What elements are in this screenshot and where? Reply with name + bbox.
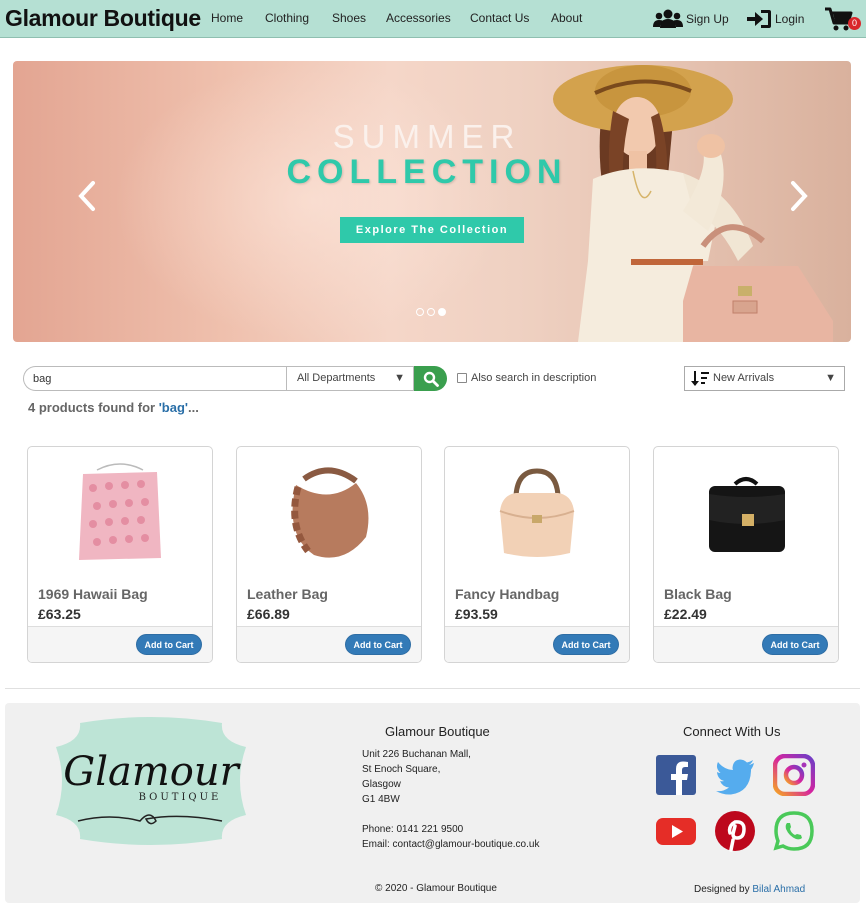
sort-select-value: New Arrivals [713,372,775,384]
also-search-description[interactable]: Also search in description [457,372,596,384]
pinterest-icon[interactable] [714,810,756,852]
signup-label: Sign Up [686,12,729,26]
nav-link-shoes[interactable]: Shoes [332,11,366,25]
product-name[interactable]: Leather Bag [247,586,328,602]
footer-title: Glamour Boutique [385,724,490,739]
carousel-dot-2[interactable] [427,308,435,316]
product-card[interactable]: Leather Bag £66.89 Add to Cart [236,446,422,663]
search-icon [423,371,439,387]
carousel-next-icon[interactable] [785,179,811,213]
cart-button[interactable]: 0 [825,7,861,33]
sort-select[interactable]: New Arrivals ▼ [684,366,845,391]
footer-phone: Phone: 0141 221 9500 [362,824,464,835]
product-price: £66.89 [247,606,290,622]
product-card-footer: Add to Cart [654,626,838,662]
product-image-black-bag[interactable] [654,447,838,582]
boutique-logo: Glamour BOUTIQUE [56,717,246,845]
product-card[interactable]: Black Bag £22.49 Add to Cart [653,446,839,663]
product-card[interactable]: 1969 Hawaii Bag £63.25 Add to Cart [27,446,213,663]
carousel-dot-1[interactable] [416,308,424,316]
product-name[interactable]: 1969 Hawaii Bag [38,586,148,602]
search-bar: All Departments ▼ [23,366,447,391]
caret-down-icon: ▼ [394,372,405,384]
carousel-prev-icon[interactable] [75,179,101,213]
product-card-footer: Add to Cart [445,626,629,662]
product-image-leather-bag[interactable] [237,447,421,582]
instagram-icon[interactable] [773,754,815,796]
product-price: £93.59 [455,606,498,622]
results-count: 4 products found for 'bag'... [28,400,199,415]
product-name[interactable]: Black Bag [664,586,732,602]
login-label: Login [775,12,805,26]
product-name[interactable]: Fancy Handbag [455,586,559,602]
whatsapp-icon[interactable] [773,810,815,852]
footer-email[interactable]: Email: contact@glamour-boutique.co.uk [362,837,539,852]
nav-link-home[interactable]: Home [211,11,243,25]
footer-contact: Phone: 0141 221 9500 Email: contact@glam… [362,822,539,852]
search-button[interactable] [414,366,447,391]
users-icon [653,9,683,28]
product-image-fancy-handbag[interactable] [445,447,629,582]
add-to-cart-button[interactable]: Add to Cart [553,634,619,655]
footer-designed-by: Designed by Bilal Ahmad [694,884,806,895]
hero-title-collection: COLLECTION [286,153,568,191]
nav-link-clothing[interactable]: Clothing [265,11,309,25]
department-select-value: All Departments [297,372,376,384]
login-link[interactable]: Login [747,9,804,29]
product-price: £22.49 [664,606,707,622]
carousel-indicators [416,308,446,316]
add-to-cart-button[interactable]: Add to Cart [136,634,202,655]
nav-link-about[interactable]: About [551,11,582,25]
search-input[interactable] [23,366,286,391]
carousel-dot-3[interactable] [438,308,446,316]
product-image-hawaii-bag[interactable] [28,447,212,582]
login-icon [747,10,771,28]
add-to-cart-button[interactable]: Add to Cart [345,634,411,655]
product-card-footer: Add to Cart [28,626,212,662]
sort-icon [691,371,709,386]
hero-background-glow [113,61,513,342]
department-select[interactable]: All Departments ▼ [286,366,414,391]
hero-title-summer: SUMMER [332,118,522,155]
explore-collection-button[interactable]: Explore The Collection [340,217,524,243]
navbar: Glamour Boutique Home Clothing Shoes Acc… [0,0,866,38]
add-to-cart-button[interactable]: Add to Cart [762,634,828,655]
twitter-icon[interactable] [714,754,756,796]
footer-connect-heading: Connect With Us [683,724,781,739]
youtube-icon[interactable] [655,810,697,852]
results-query: 'bag' [158,400,189,415]
hero-carousel: SUMMER COLLECTION Explore The Collection [13,61,851,342]
nav-link-contact-us[interactable]: Contact Us [470,11,529,25]
nav-link-accessories[interactable]: Accessories [386,11,451,25]
brand-logo-text[interactable]: Glamour Boutique [5,5,201,32]
section-divider [5,688,860,689]
caret-down-icon: ▼ [825,372,836,384]
footer-address: Unit 226 Buchanan Mall, St Enoch Square,… [362,749,471,805]
designer-link[interactable]: Bilal Ahmad [752,884,805,895]
product-card-footer: Add to Cart [237,626,421,662]
footer: Glamour BOUTIQUE Glamour Boutique Unit 2… [5,703,860,903]
product-card[interactable]: Fancy Handbag £93.59 Add to Cart [444,446,630,663]
also-search-label: Also search in description [471,372,597,384]
cart-count-badge: 0 [848,17,861,30]
footer-copyright: © 2020 - Glamour Boutique [375,883,497,894]
svg-text:Glamour: Glamour [63,749,241,795]
also-search-checkbox[interactable] [457,373,467,383]
svg-text:BOUTIQUE: BOUTIQUE [139,792,222,803]
signup-link[interactable]: Sign Up [653,9,729,29]
product-price: £63.25 [38,606,81,622]
facebook-icon[interactable] [655,754,697,796]
